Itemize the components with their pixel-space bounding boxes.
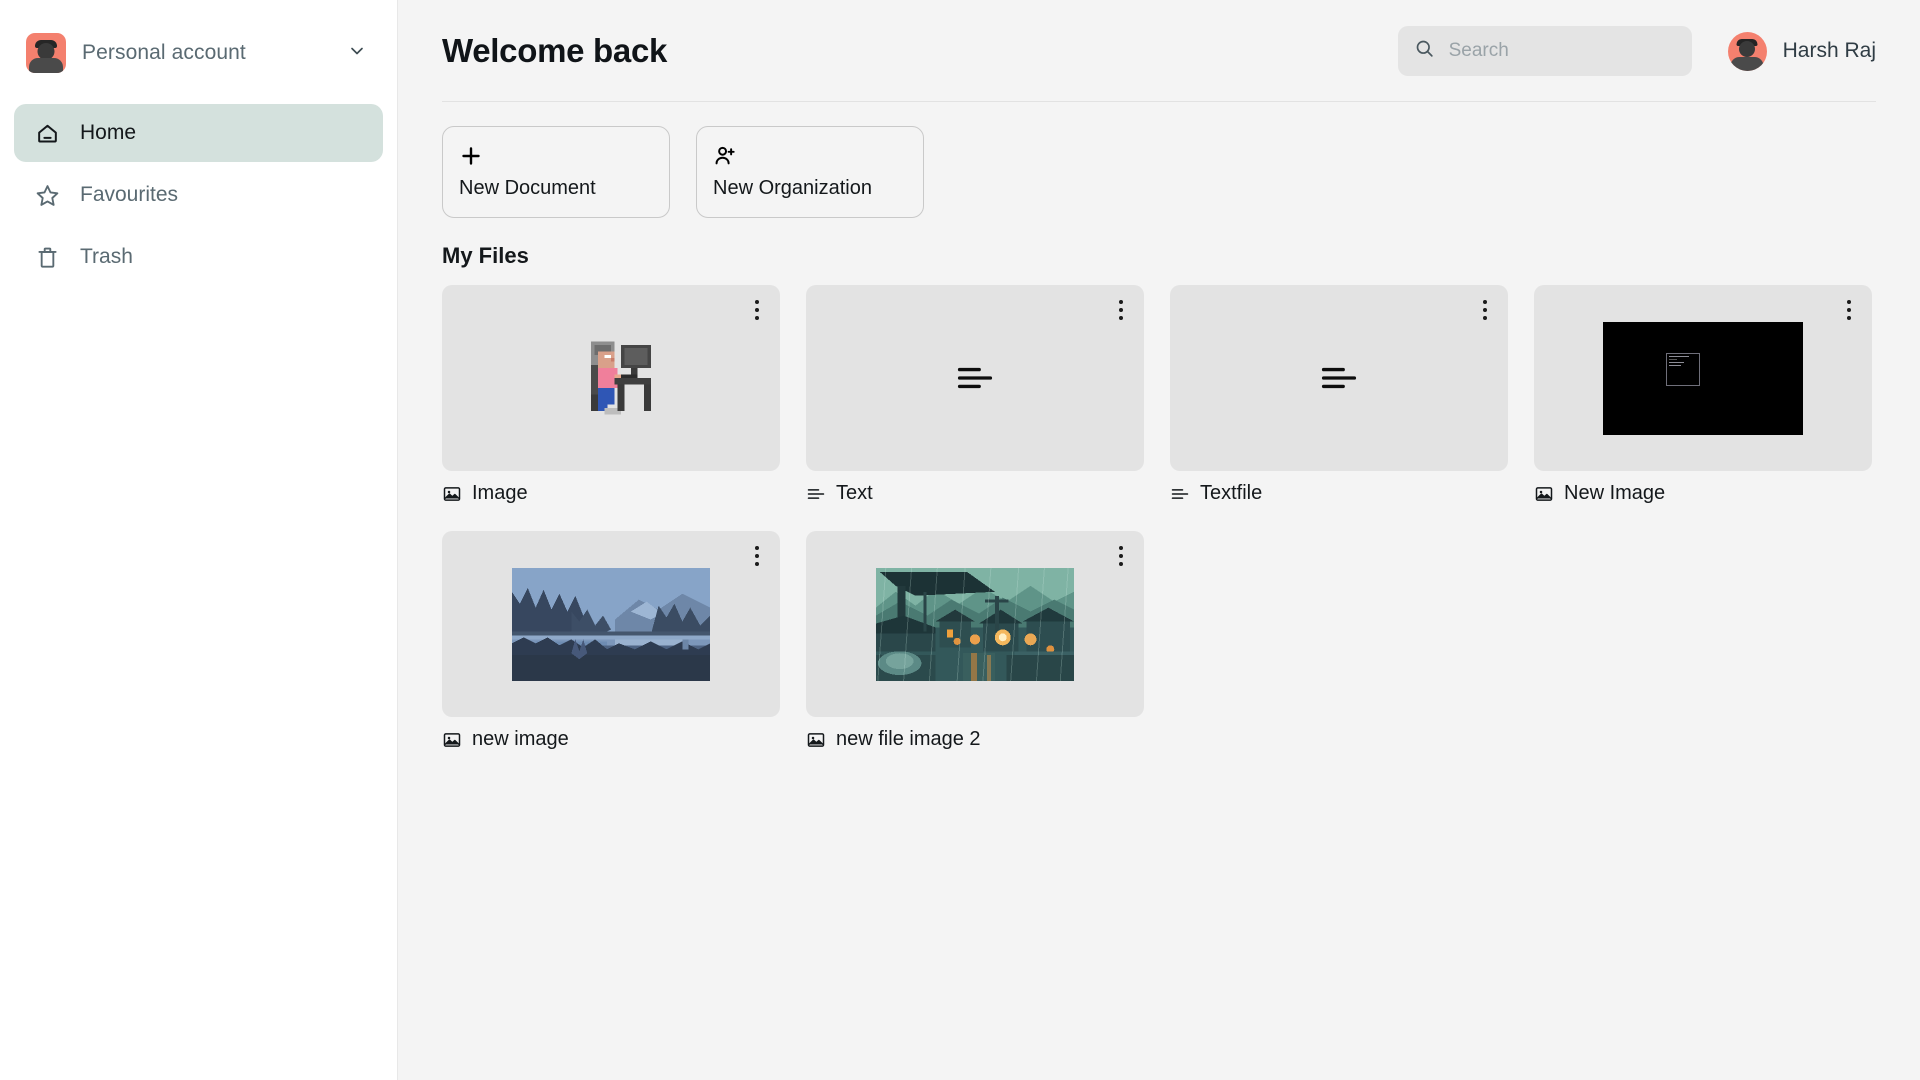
sidebar-item-label: Trash — [80, 245, 133, 268]
sidebar: Personal account Home Favourites Trash — [0, 0, 398, 1080]
file-label-row: New Image — [1534, 482, 1872, 505]
file-card[interactable]: new image — [442, 531, 780, 751]
user-name: Harsh Raj — [1782, 39, 1876, 62]
sidebar-nav: Home Favourites Trash — [14, 104, 383, 286]
file-card[interactable]: New Image — [1534, 285, 1872, 505]
sidebar-item-label: Favourites — [80, 183, 179, 206]
new-document-label: New Document — [459, 177, 596, 199]
black-screenshot-artwork — [1603, 321, 1803, 435]
sidebar-item-trash[interactable]: Trash — [14, 228, 383, 286]
kebab-menu-icon[interactable] — [746, 543, 768, 569]
sidebar-item-home[interactable]: Home — [14, 104, 383, 162]
file-label-row: Text — [806, 482, 1144, 505]
account-switcher[interactable]: Personal account — [16, 22, 381, 84]
new-document-button[interactable]: New Document — [442, 126, 670, 218]
image-icon — [806, 730, 826, 750]
kebab-menu-icon[interactable] — [1110, 297, 1132, 323]
file-grid: Image Text Textfile New Image new image … — [442, 285, 1876, 751]
search-icon — [1414, 38, 1435, 64]
plus-icon — [459, 141, 653, 171]
file-name: Text — [836, 482, 873, 504]
file-label-row: new file image 2 — [806, 728, 1144, 751]
file-thumbnail[interactable] — [806, 531, 1144, 717]
main-content: Welcome back Harsh Raj — [398, 0, 1920, 1080]
new-organization-button[interactable]: New Organization — [696, 126, 924, 218]
app-root: Personal account Home Favourites Trash W… — [0, 0, 1920, 1080]
user-plus-icon — [713, 141, 907, 171]
file-card[interactable]: Image — [442, 285, 780, 505]
lake-landscape-artwork — [511, 567, 711, 681]
account-avatar — [26, 33, 66, 73]
new-organization-label: New Organization — [713, 177, 872, 199]
top-bar: Welcome back Harsh Raj — [398, 0, 1920, 102]
section-title: My Files — [442, 243, 529, 268]
file-thumbnail[interactable] — [1170, 285, 1508, 471]
kebab-menu-icon[interactable] — [746, 297, 768, 323]
search-bar[interactable] — [1397, 26, 1692, 76]
avatar — [1727, 31, 1767, 71]
text-lines-icon — [954, 362, 996, 394]
image-icon — [442, 484, 462, 504]
header-divider — [442, 101, 1876, 102]
file-name: new image — [472, 728, 569, 750]
top-bar-right: Harsh Raj — [1397, 26, 1876, 76]
search-input[interactable] — [1448, 40, 1649, 62]
file-card[interactable]: new file image 2 — [806, 531, 1144, 751]
file-label-row: new image — [442, 728, 780, 751]
text-icon — [806, 486, 826, 502]
file-thumbnail[interactable] — [806, 285, 1144, 471]
home-icon — [34, 120, 60, 146]
file-label-row: Textfile — [1170, 482, 1508, 505]
file-name: new file image 2 — [836, 728, 981, 750]
kebab-menu-icon[interactable] — [1110, 543, 1132, 569]
chevron-down-icon[interactable] — [347, 41, 367, 66]
sidebar-item-label: Home — [80, 121, 137, 144]
user-menu[interactable]: Harsh Raj — [1727, 31, 1876, 71]
trash-icon — [34, 244, 60, 270]
text-icon — [1170, 486, 1190, 502]
rainy-village-artwork — [875, 567, 1075, 681]
pixel-desk-artwork — [591, 341, 651, 415]
text-lines-icon — [1318, 362, 1360, 394]
quick-actions: New Document New Organization — [442, 126, 1876, 218]
kebab-menu-icon[interactable] — [1838, 297, 1860, 323]
page-title: Welcome back — [442, 32, 668, 69]
account-name: Personal account — [82, 41, 246, 64]
file-card[interactable]: Text — [806, 285, 1144, 505]
image-icon — [1534, 484, 1554, 504]
file-name: New Image — [1564, 482, 1666, 504]
kebab-menu-icon[interactable] — [1474, 297, 1496, 323]
file-name: Textfile — [1200, 482, 1263, 504]
file-name: Image — [472, 482, 528, 504]
file-thumbnail[interactable] — [442, 285, 780, 471]
image-icon — [442, 730, 462, 750]
sidebar-item-favourites[interactable]: Favourites — [14, 166, 383, 224]
file-thumbnail[interactable] — [442, 531, 780, 717]
content-area: New Document New Organization My Files I… — [398, 102, 1920, 751]
file-thumbnail[interactable] — [1534, 285, 1872, 471]
file-label-row: Image — [442, 482, 780, 505]
star-icon — [34, 182, 60, 208]
file-card[interactable]: Textfile — [1170, 285, 1508, 505]
